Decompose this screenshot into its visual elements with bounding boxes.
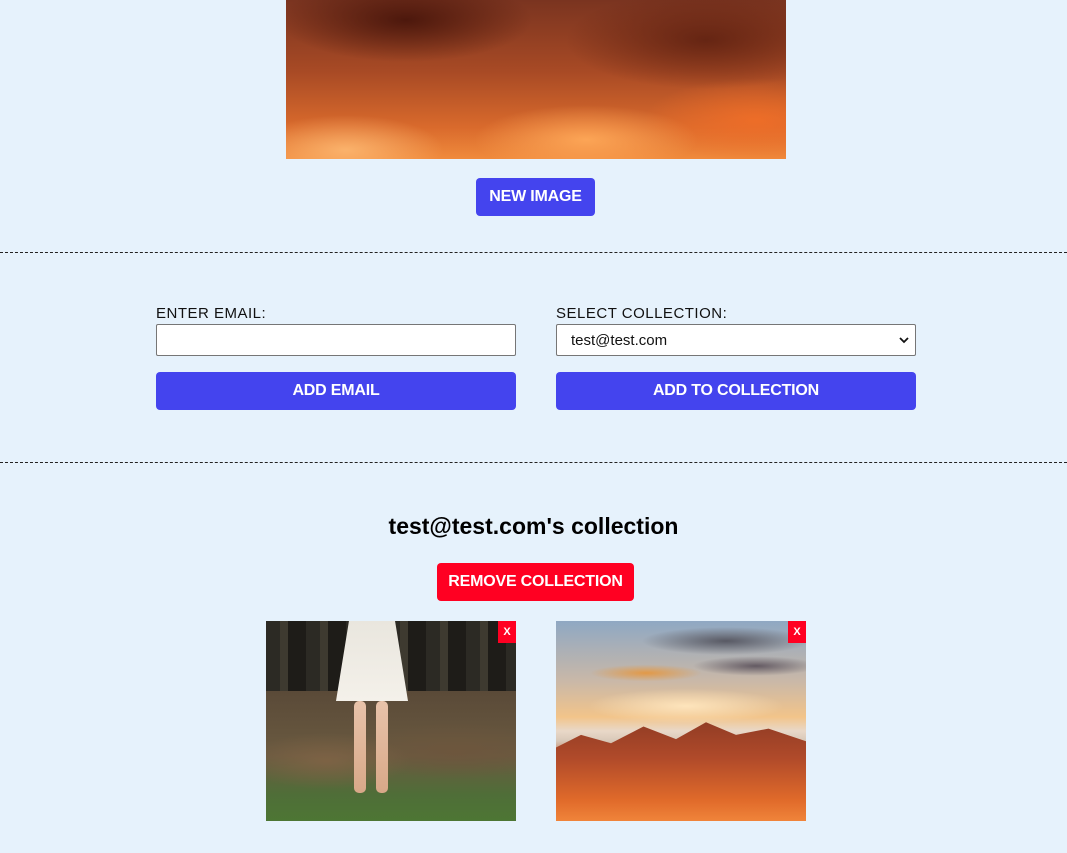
email-field[interactable]: [156, 324, 516, 356]
add-email-button[interactable]: ADD EMAIL: [156, 372, 516, 410]
collection-select[interactable]: test@test.com: [556, 324, 916, 356]
collection-label: SELECT COLLECTION:: [556, 305, 728, 322]
collection-image-sunset: [556, 621, 806, 821]
remove-image-button[interactable]: X: [788, 621, 806, 643]
image-leg: [376, 701, 388, 793]
chevron-down-icon: [899, 337, 909, 344]
current-image: [286, 0, 786, 159]
page: NEW IMAGE ENTER EMAIL: SELECT COLLECTION…: [0, 0, 1067, 853]
image-leg: [354, 701, 366, 793]
divider-top: [0, 252, 1067, 253]
new-image-button[interactable]: NEW IMAGE: [476, 178, 595, 216]
collection-title: test@test.com's collection: [388, 513, 679, 539]
image-ground: [266, 691, 516, 821]
remove-image-button[interactable]: X: [498, 621, 516, 643]
email-label: ENTER EMAIL:: [156, 305, 267, 322]
remove-collection-button[interactable]: REMOVE COLLECTION: [437, 563, 634, 601]
image-mountains: [556, 722, 806, 821]
collection-image-woman: [266, 621, 516, 821]
collection-select-value: test@test.com: [571, 331, 668, 349]
image-dress: [336, 621, 408, 701]
divider-bottom: [0, 462, 1067, 463]
add-to-collection-button[interactable]: ADD TO COLLECTION: [556, 372, 916, 410]
